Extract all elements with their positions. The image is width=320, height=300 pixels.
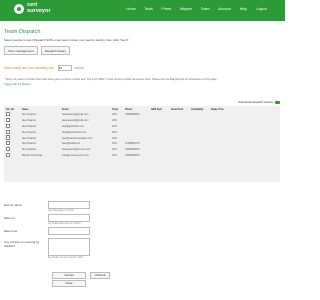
- download-sheets[interactable]: download dispatch sheets: [238, 100, 280, 104]
- meet-on-input[interactable]: [48, 214, 90, 222]
- event-name-input[interactable]: [48, 201, 90, 209]
- nav-team[interactable]: Team: [196, 7, 213, 11]
- row-email: mike@certsurveyor.co.uk: [62, 153, 89, 157]
- row-checkbox[interactable]: [6, 135, 11, 140]
- team-table: Sel. All Name Email Team Phone SMS Sent …: [4, 106, 280, 182]
- intro-text: Select people to send Dispatch SMS, ente…: [4, 38, 130, 42]
- cancel-button[interactable]: Cancel: [52, 272, 86, 279]
- row-checkbox[interactable]: [6, 123, 11, 129]
- meet-on-label: Meet on:: [4, 216, 16, 220]
- page-title: Team Dispatch: [4, 29, 41, 35]
- team-management-button[interactable]: Team management: [4, 46, 38, 55]
- download-label: download dispatch sheets: [238, 100, 273, 104]
- meet-time-label: Meet time:: [4, 229, 19, 233]
- nav-prices[interactable]: Prices: [157, 7, 176, 11]
- nav-home[interactable]: Home: [122, 7, 140, 11]
- howmany-input[interactable]: [57, 65, 72, 71]
- row-checkbox[interactable]: [6, 141, 11, 146]
- nav-logout[interactable]: Logout: [251, 7, 271, 11]
- nav-help[interactable]: Help: [235, 7, 251, 11]
- top-buttons: Team management Dispatch history: [4, 46, 71, 55]
- howmany-label: How many are you sending out:: [4, 66, 55, 70]
- download-icon: [275, 100, 280, 104]
- nav-account[interactable]: Account: [214, 7, 236, 11]
- row-checkbox[interactable]: [6, 118, 11, 123]
- howmany-row: How many are you sending out: Submit: [4, 65, 84, 71]
- row-team: 23%: [112, 153, 117, 157]
- unblock-button[interactable]: Unblock: [90, 272, 110, 279]
- nav-mapper[interactable]: Mapper: [176, 7, 197, 11]
- table-row: Michael Cummings mike@certsurveyor.co.uk…: [4, 152, 280, 159]
- main-nav: Home Tests Prices Mapper Team Account He…: [122, 7, 271, 11]
- row-name: Michael Cummings: [22, 153, 43, 157]
- row-phone: 07890098875: [125, 153, 140, 157]
- dispatch-history-button[interactable]: Dispatch history: [40, 46, 71, 55]
- meet-time-input[interactable]: [48, 227, 90, 235]
- clear-button[interactable]: Clear: [52, 280, 86, 287]
- note-link-line: Toggle with the Mapper: [4, 83, 31, 86]
- mapper-link[interactable]: Mapper: [22, 83, 31, 86]
- revision-label: Any revision to meeting by Tablets?: [4, 240, 40, 248]
- submit-link[interactable]: Submit: [75, 66, 84, 70]
- logo-icon: [14, 4, 24, 14]
- nav-tests[interactable]: Tests: [140, 7, 157, 11]
- row-checkbox[interactable]: [6, 147, 11, 152]
- logo[interactable]: cert surveyor: [27, 2, 57, 14]
- meet-on-hint: eg: Friday afternoon at 2:00pm: [48, 222, 81, 225]
- row-checkbox[interactable]: [6, 152, 11, 158]
- event-name-label: Events name:: [4, 203, 23, 207]
- revision-textarea[interactable]: [48, 238, 90, 256]
- row-checkbox[interactable]: [6, 112, 11, 117]
- note-text: * Note: only team members who have been …: [4, 78, 218, 81]
- logo-line2: surveyor: [27, 7, 51, 14]
- event-name-hint: Use lowercase or month: [48, 209, 74, 212]
- revision-hint: Eg: Please do your revision table: [48, 256, 83, 259]
- row-checkbox[interactable]: [6, 129, 11, 134]
- top-header: cert surveyor Home Tests Prices Mapper T…: [0, 0, 285, 21]
- note2-prefix: Toggle with the: [4, 83, 23, 86]
